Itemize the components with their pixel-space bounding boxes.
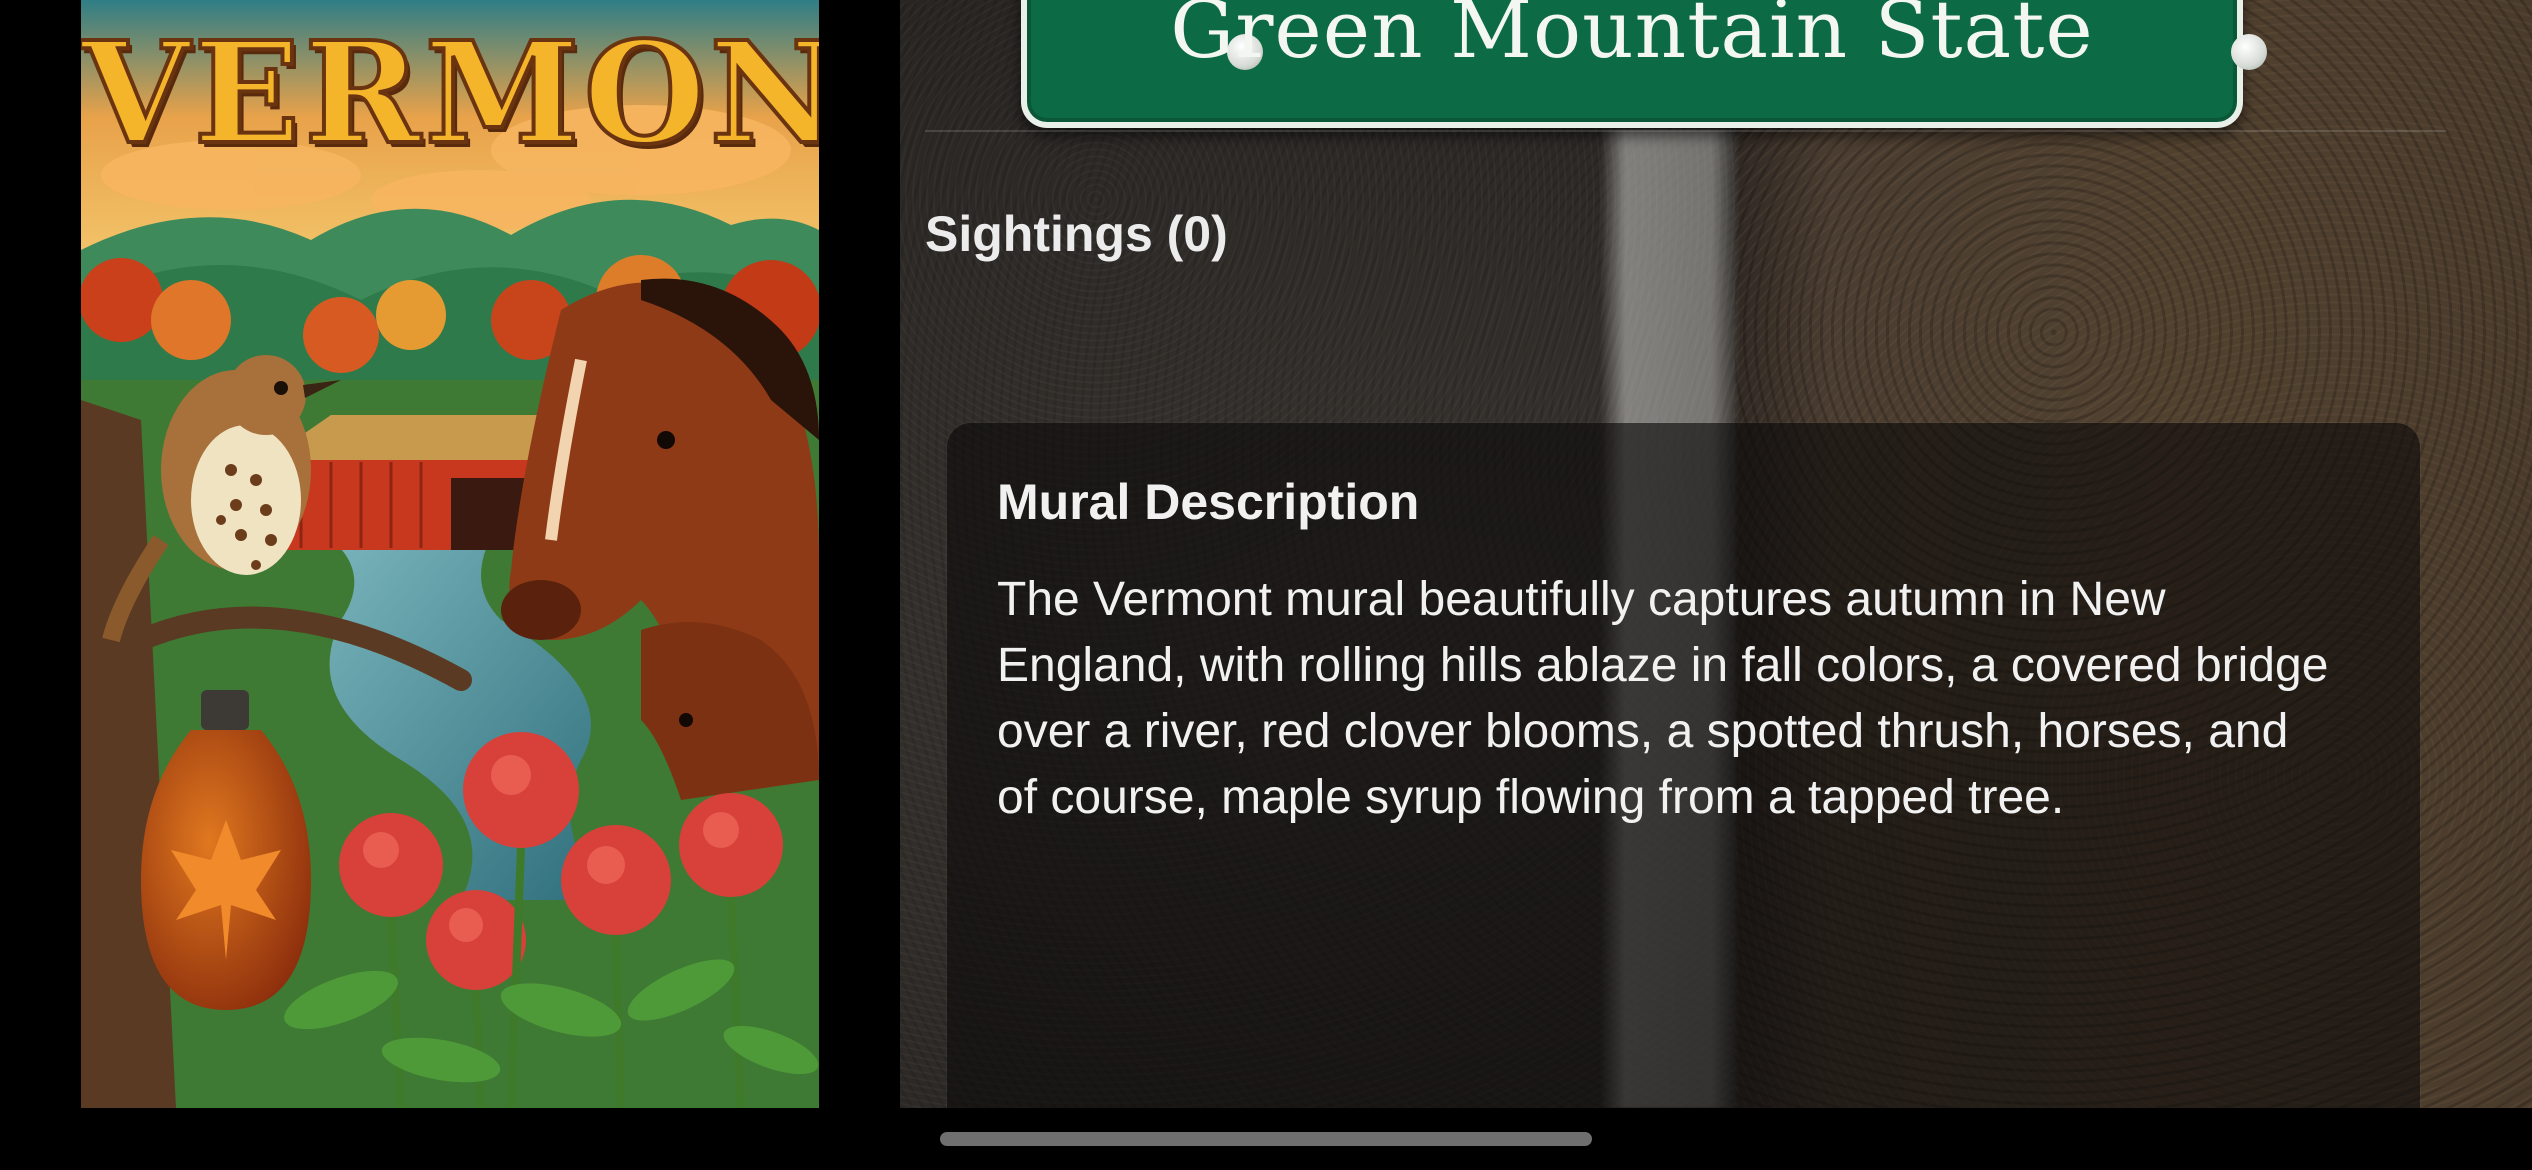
section-divider: [925, 130, 2446, 132]
sightings-heading: Sightings (0): [925, 206, 1228, 262]
mural-description-card: Mural Description The Vermont mural beau…: [947, 423, 2420, 1108]
state-nickname-sign: Green Mountain State: [1021, 0, 2267, 128]
mural-description-heading: Mural Description: [997, 474, 1420, 530]
mural-title-text: VERMONT: [81, 10, 819, 178]
sign-bolt-right-icon: [2231, 34, 2267, 70]
state-nickname: Green Mountain State: [1170, 0, 2094, 76]
state-mural-image[interactable]: VERMONT: [81, 0, 819, 1108]
home-indicator[interactable]: [940, 1132, 1592, 1146]
state-detail-panel[interactable]: Green Mountain State Sightings (0) Mural…: [900, 0, 2532, 1108]
mural-description-text: The Vermont mural beautifully captures a…: [997, 573, 2329, 824]
